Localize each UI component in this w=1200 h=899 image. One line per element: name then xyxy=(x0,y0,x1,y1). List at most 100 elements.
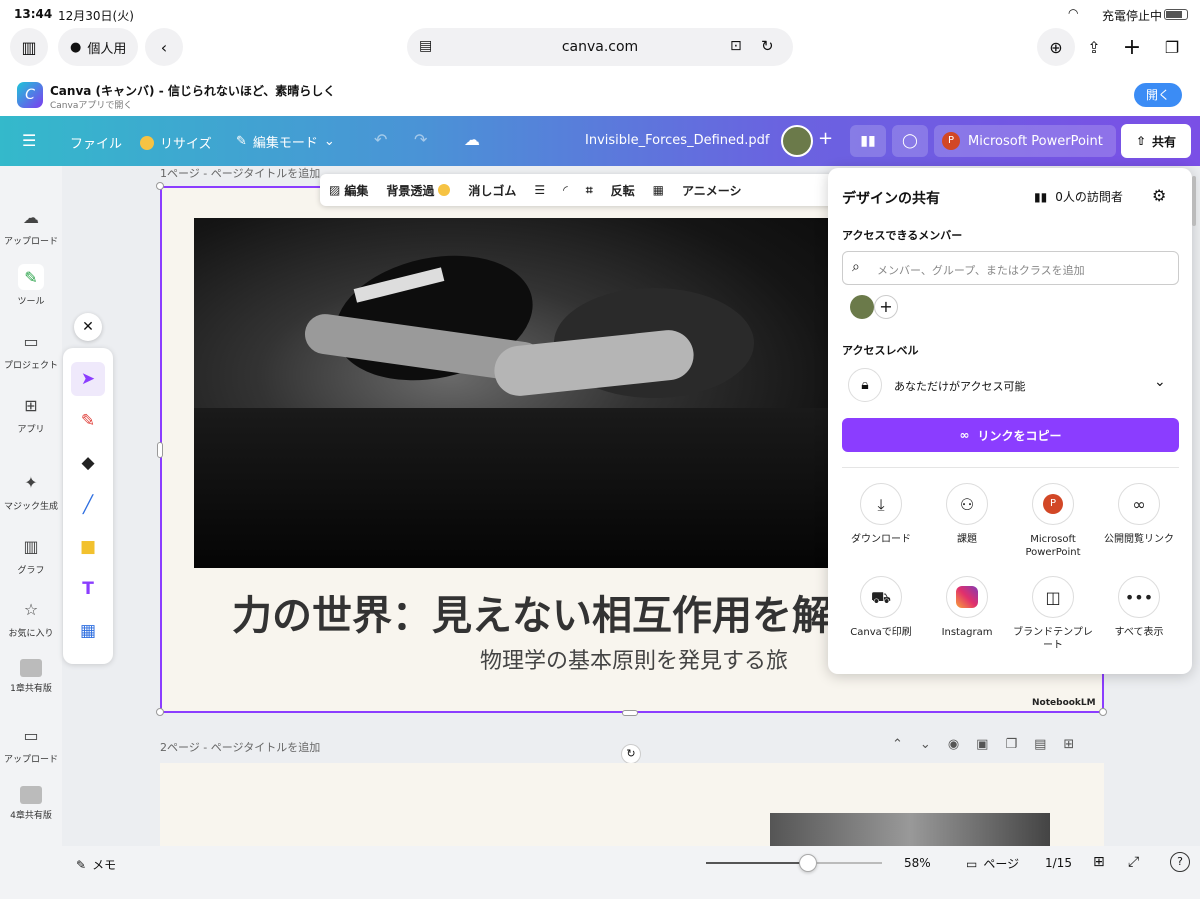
option-label: Canvaで印刷 xyxy=(850,627,912,638)
lock-icon[interactable]: ▣ xyxy=(976,737,988,752)
avatar[interactable] xyxy=(781,125,813,157)
share-icon[interactable]: ⇪ xyxy=(1075,28,1113,66)
zoom-slider[interactable] xyxy=(706,854,882,872)
close-icon[interactable]: ✕ xyxy=(74,313,102,341)
copy-link-button[interactable]: ∞ リンクをコピー xyxy=(842,418,1179,452)
extension-icon[interactable]: ⊡ xyxy=(730,38,742,54)
canva-logo-icon: C xyxy=(17,82,43,108)
comment-icon[interactable]: ◯ xyxy=(892,125,928,157)
page1-label[interactable]: 1ページ - ページタイトルを追加 xyxy=(160,165,320,181)
rotate-icon[interactable]: ↻ xyxy=(621,744,641,764)
visitors-button[interactable]: ▮▮ 0人の訪問者 xyxy=(1034,188,1123,205)
edit-image-button[interactable]: ▨ 編集 xyxy=(320,174,377,206)
menu-icon[interactable]: ☰ xyxy=(22,131,36,150)
sidebar-item-tools[interactable]: ✎ ツール xyxy=(0,264,62,307)
member-avatar[interactable] xyxy=(850,295,874,319)
pen-icon[interactable]: ✎ xyxy=(71,404,105,438)
powerpoint-button[interactable]: P Microsoft PowerPoint xyxy=(934,125,1116,157)
flip-button[interactable]: 反転 xyxy=(602,174,644,206)
add-member-icon[interactable]: + xyxy=(874,295,898,319)
animate-button[interactable]: アニメーシ xyxy=(673,174,751,206)
share-button[interactable]: ⇧ 共有 xyxy=(1121,124,1191,158)
sidebar-item-projects[interactable]: ▭ プロジェクト xyxy=(0,328,62,372)
tabs-icon[interactable]: ❐ xyxy=(1153,28,1191,66)
file-title[interactable]: Invisible_Forces_Defined.pdf xyxy=(585,133,769,148)
share-option-brand-template[interactable]: ◫ ブランドテンプレート xyxy=(1010,576,1096,652)
share-option-download[interactable]: ⤓ ダウンロード xyxy=(838,483,924,546)
profile-button[interactable]: ● 個人用 xyxy=(58,28,139,66)
corner-radius-icon[interactable]: ◜ xyxy=(554,174,577,206)
sidebar-item-upload[interactable]: ☁ アップロード xyxy=(0,204,62,248)
cloud-saved-icon[interactable]: ☁ xyxy=(464,130,480,149)
edit-mode-dropdown[interactable]: ✎ 編集モード ⌄ xyxy=(236,132,335,151)
sidebar-item-chapter4[interactable]: 4章共有版 xyxy=(0,786,62,821)
back-icon[interactable]: ‹ xyxy=(145,28,183,66)
text-icon[interactable]: T xyxy=(71,572,105,606)
access-level-dropdown[interactable]: 🔒︎ あなただけがアクセス可能 ⌄ xyxy=(842,366,1179,404)
resize-handle[interactable] xyxy=(156,708,164,716)
border-style-icon[interactable]: ☰ xyxy=(525,174,554,206)
open-app-button[interactable]: 開く xyxy=(1134,83,1182,107)
eraser-button[interactable]: 消しゴム xyxy=(459,174,525,206)
delete-icon[interactable]: ▤ xyxy=(1034,737,1046,752)
share-option-public-link[interactable]: ∞ 公開閲覧リンク xyxy=(1096,483,1182,546)
file-menu[interactable]: ファイル xyxy=(70,133,122,152)
select-cursor-icon[interactable]: ➤ xyxy=(71,362,105,396)
share-option-assignment[interactable]: ⚇ 課題 xyxy=(924,483,1010,546)
share-option-powerpoint[interactable]: P Microsoft PowerPoint xyxy=(1010,483,1096,559)
analytics-icon[interactable]: ▮▮ xyxy=(850,125,886,157)
share-option-instagram[interactable]: Instagram xyxy=(924,576,1010,639)
rugby-photo[interactable] xyxy=(194,218,834,568)
sidebar-item-upload-2[interactable]: ▭ アップロード xyxy=(0,722,62,766)
address-bar[interactable]: ▤ canva.com ⊡ ↻ xyxy=(407,28,793,66)
add-page-icon[interactable]: ⊞ xyxy=(1063,737,1074,752)
divider xyxy=(842,467,1179,468)
sidebar-item-favorites[interactable]: ☆ お気に入り xyxy=(0,596,62,640)
zoom-slider-handle[interactable] xyxy=(799,854,818,872)
sidebar-toggle-icon[interactable]: ▥ xyxy=(10,28,48,66)
page-count[interactable]: 1/15 xyxy=(1045,856,1072,870)
sidebar-item-apps[interactable]: ⊞ アプリ xyxy=(0,392,62,436)
bg-remove-button[interactable]: 背景透過 xyxy=(377,174,459,206)
zoom-value[interactable]: 58% xyxy=(904,856,931,870)
table-icon[interactable]: ▦ xyxy=(71,614,105,648)
add-member-icon[interactable]: + xyxy=(818,128,833,149)
sidebar-label: プロジェクト xyxy=(3,361,58,371)
share-option-print[interactable]: ⛟ Canvaで印刷 xyxy=(838,576,924,639)
slide-page-2[interactable] xyxy=(160,763,1104,853)
pages-button[interactable]: ▭ ページ xyxy=(966,855,1019,872)
copy-link-label: リンクをコピー xyxy=(977,428,1062,443)
move-up-icon[interactable]: ⌃ xyxy=(892,737,903,752)
scrollbar[interactable] xyxy=(1192,176,1196,226)
reload-icon[interactable]: ↻ xyxy=(761,37,774,55)
share-option-show-all[interactable]: ••• すべて表示 xyxy=(1096,576,1182,639)
sidebar-label: 1章共有版 xyxy=(10,684,52,694)
duplicate-icon[interactable]: ❐ xyxy=(1005,737,1017,752)
resize-button[interactable]: リサイズ xyxy=(140,133,212,152)
transparency-icon[interactable]: ▦ xyxy=(644,174,673,206)
shapes-icon[interactable]: ◆ xyxy=(71,446,105,480)
sticky-note-icon[interactable]: ■ xyxy=(71,530,105,564)
new-tab-icon[interactable]: + xyxy=(1113,28,1151,66)
sidebar-item-magic[interactable]: ✦ マジック生成 xyxy=(0,469,62,513)
crop-icon[interactable]: ⌗ xyxy=(577,174,602,206)
notes-button[interactable]: ✎ メモ xyxy=(76,856,116,873)
resize-handle[interactable] xyxy=(156,182,164,190)
resize-handle[interactable] xyxy=(622,710,638,716)
download-icon[interactable]: ⊕ xyxy=(1037,28,1075,66)
gear-icon[interactable]: ⚙ xyxy=(1152,186,1166,205)
grid-view-icon[interactable]: ⊞ xyxy=(1093,854,1105,870)
resize-handle[interactable] xyxy=(157,442,163,458)
move-down-icon[interactable]: ⌄ xyxy=(920,737,931,752)
redo-icon[interactable]: ↷ xyxy=(414,130,427,149)
line-icon[interactable]: ╱ xyxy=(71,488,105,522)
help-icon[interactable]: ? xyxy=(1170,852,1190,872)
page2-label[interactable]: 2ページ - ページタイトルを追加 xyxy=(160,739,320,755)
resize-handle[interactable] xyxy=(1099,708,1107,716)
member-search-input[interactable]: ⌕ メンバー、グループ、またはクラスを追加 xyxy=(842,251,1179,285)
sidebar-item-charts[interactable]: ▥ グラフ xyxy=(0,533,62,577)
sidebar-item-chapter1[interactable]: 1章共有版 xyxy=(0,659,62,694)
fullscreen-icon[interactable]: ⤢ xyxy=(1128,854,1139,870)
hide-icon[interactable]: ◉ xyxy=(948,737,959,752)
undo-icon[interactable]: ↶ xyxy=(374,130,387,149)
